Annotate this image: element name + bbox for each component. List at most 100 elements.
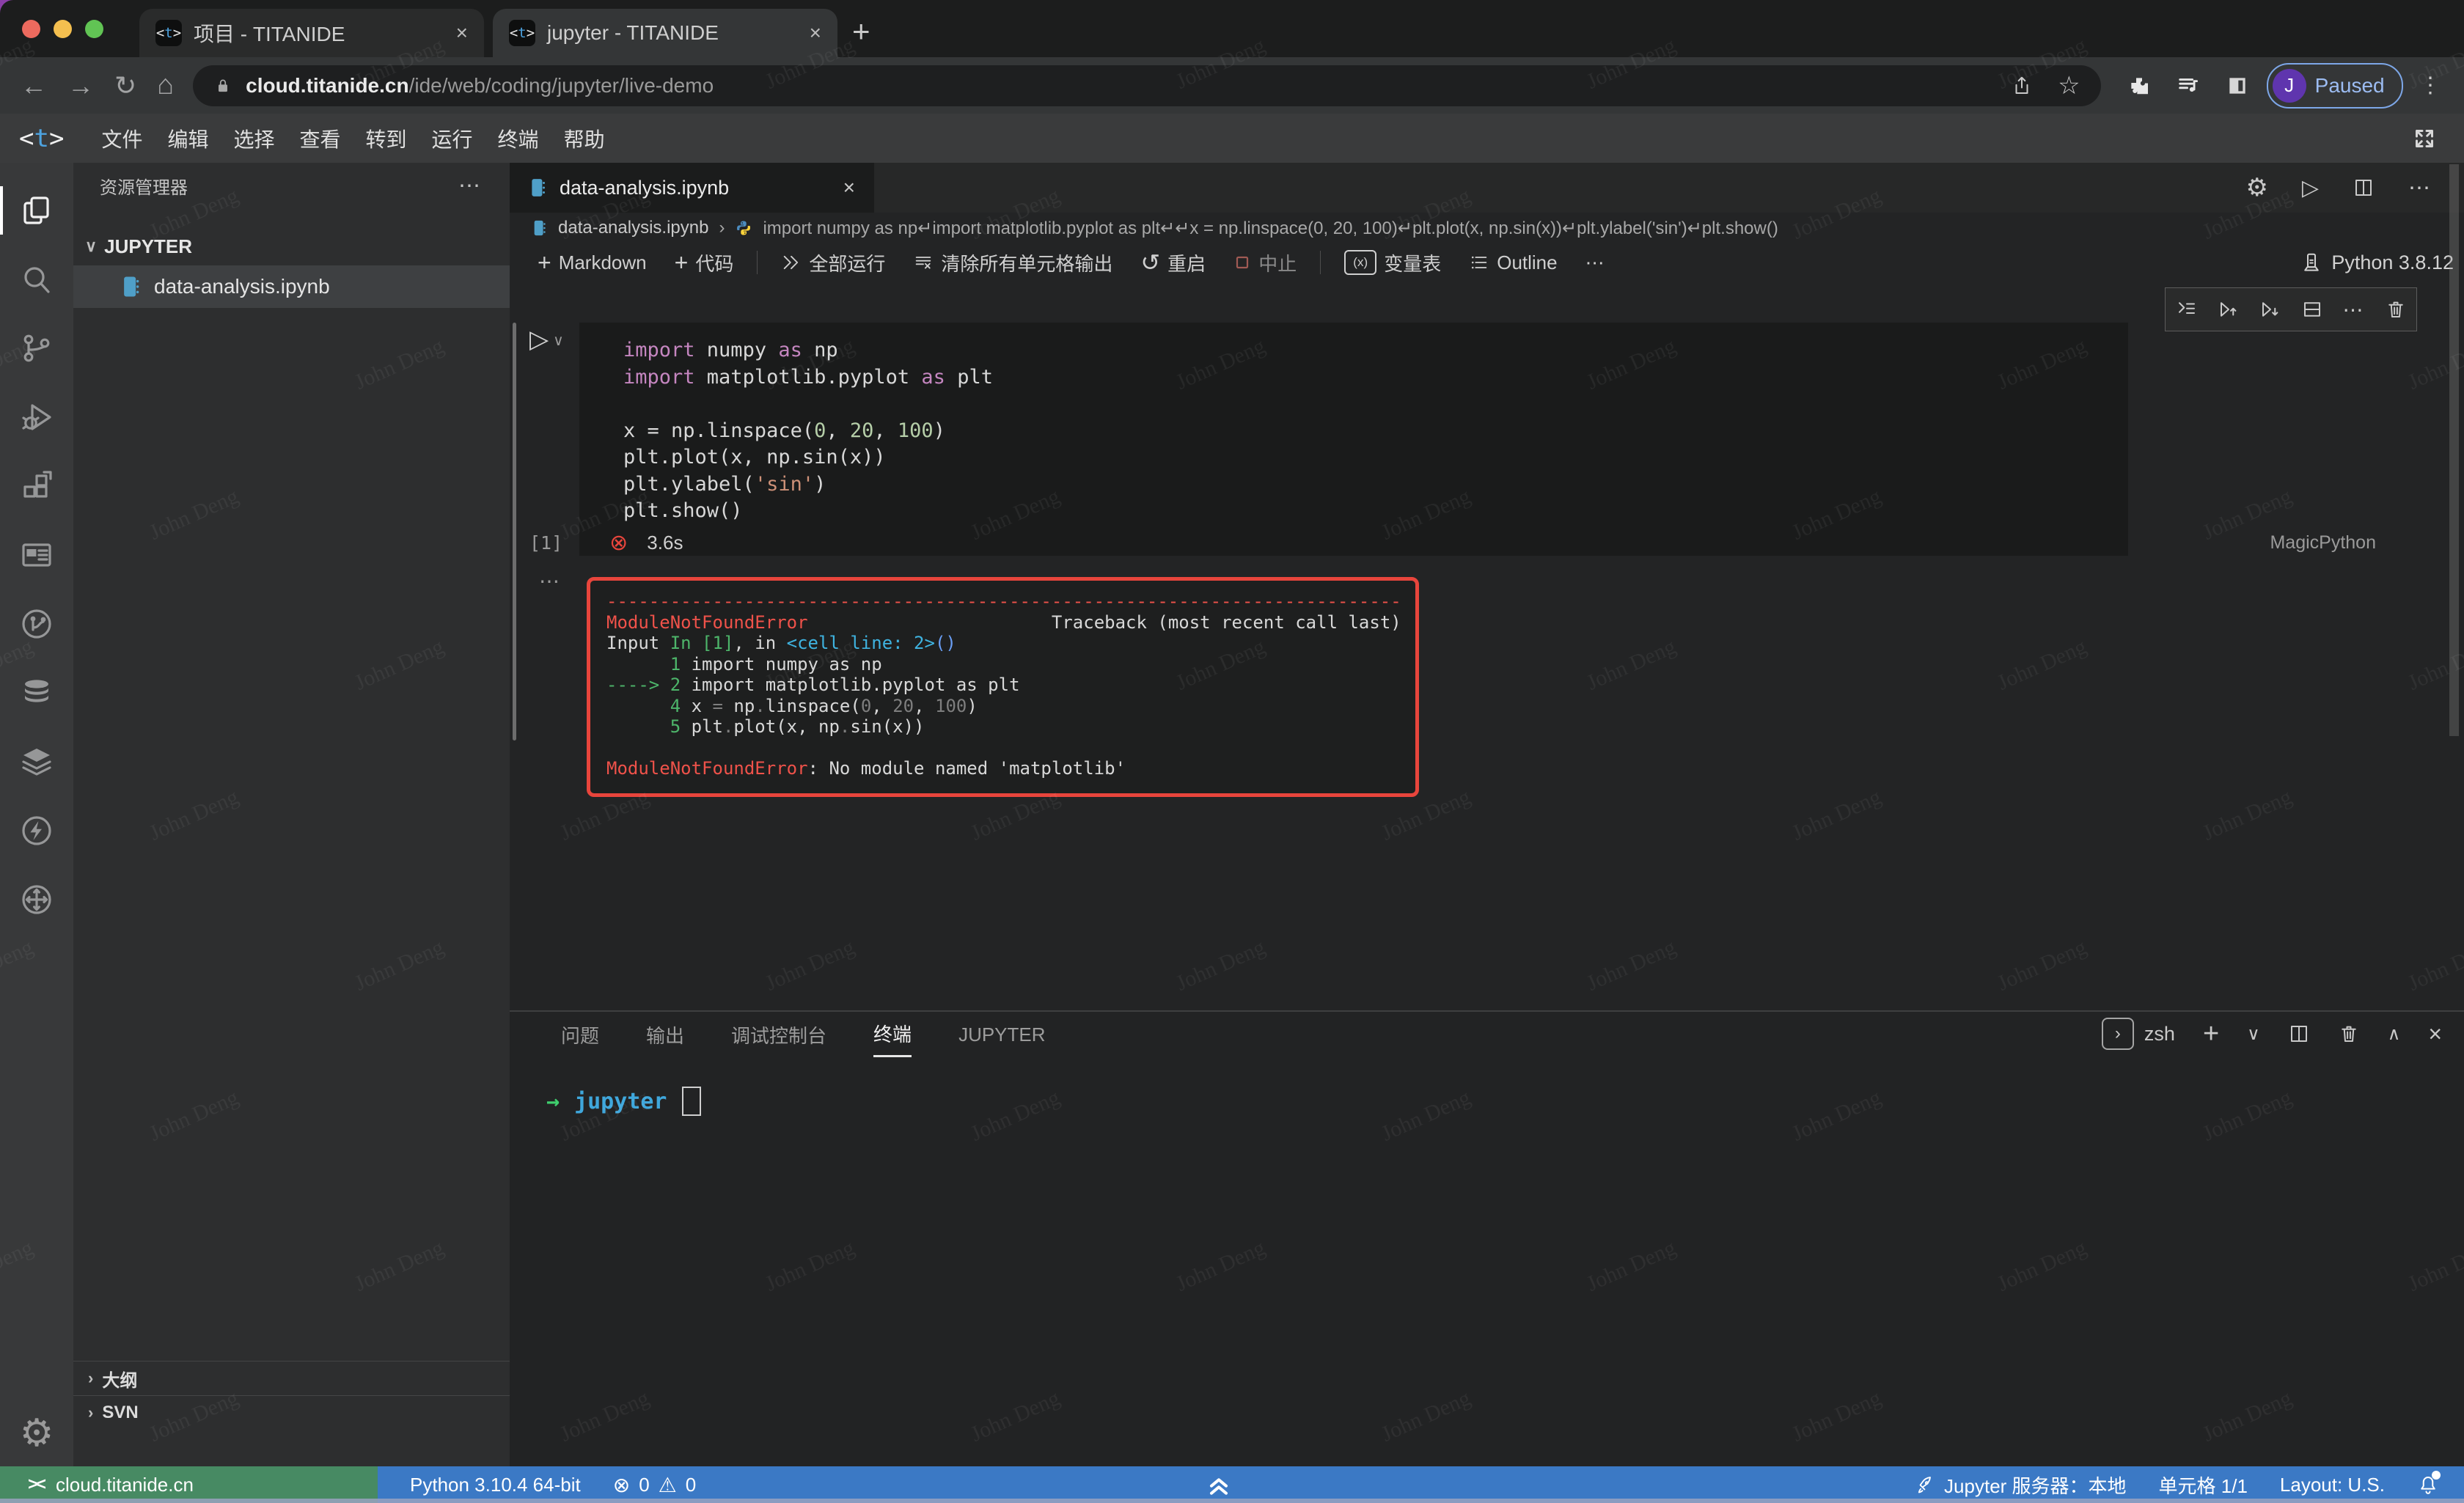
close-editor-tab-icon[interactable]: × (843, 176, 855, 199)
execute-cell-and-below-icon[interactable] (2176, 298, 2198, 320)
outline-button[interactable]: Outline (1460, 251, 1566, 274)
browser-menu-icon[interactable]: ⋮ (2419, 73, 2442, 98)
split-editor-icon[interactable] (2353, 177, 2375, 199)
terminal-dropdown-icon[interactable]: ∨ (2247, 1024, 2260, 1045)
menu-view[interactable]: 查看 (287, 124, 353, 153)
remote-indicator[interactable]: >< cloud.titanide.cn (0, 1466, 378, 1503)
run-all-play-icon[interactable]: ▷ (2302, 175, 2319, 201)
move-panel-icon[interactable] (0, 865, 73, 934)
add-markdown-button[interactable]: +Markdown (529, 249, 656, 276)
sidebar-section-jupyter[interactable]: ∨ JUPYTER (73, 227, 510, 265)
menu-file[interactable]: 文件 (89, 124, 155, 153)
clear-outputs-button[interactable]: 清除所有单元格输出 (904, 249, 1121, 276)
browser-tab-inactive[interactable]: <t> 项目 - TITANIDE × (139, 9, 484, 57)
interrupt-button[interactable]: 中止 (1225, 249, 1305, 276)
variables-button[interactable]: (x)变量表 (1335, 249, 1450, 276)
toolbar-more-icon[interactable]: ⋯ (1577, 251, 1615, 274)
jupyter-server-indicator[interactable]: Jupyter 服务器：本地 (1915, 1471, 2127, 1499)
delete-cell-icon[interactable] (2385, 298, 2407, 320)
restart-kernel-button[interactable]: ↺重启 (1132, 249, 1214, 276)
breadcrumb-code-summary[interactable]: import numpy as np↵import matplotlib.pyp… (763, 218, 1778, 239)
menu-help[interactable]: 帮助 (551, 124, 617, 153)
menu-goto[interactable]: 转到 (353, 124, 419, 153)
cell-more-icon[interactable]: ⋯ (2343, 298, 2365, 322)
run-all-button[interactable]: 全部运行 (772, 249, 894, 276)
close-panel-icon[interactable]: × (2428, 1021, 2442, 1048)
sidebar-section-outline[interactable]: › 大纲 (73, 1361, 510, 1395)
docker-layers-icon[interactable] (0, 727, 73, 796)
live-preview-icon[interactable] (0, 521, 73, 589)
bookmark-star-icon[interactable]: ☆ (2058, 71, 2080, 100)
fullscreen-icon[interactable] (2411, 125, 2438, 152)
share-icon[interactable] (2011, 75, 2033, 97)
browser-profile-button[interactable]: J Paused (2267, 63, 2403, 109)
split-cell-icon[interactable] (2301, 298, 2323, 320)
run-cell-button[interactable]: ▷ ∨ (529, 327, 564, 352)
terminal-shell-selector[interactable]: › zsh (2102, 1018, 2175, 1050)
forward-icon[interactable]: → (67, 70, 94, 101)
output-collapse-icon[interactable]: ⋯ (539, 569, 562, 593)
close-tab-icon[interactable]: × (456, 21, 468, 45)
breadcrumb-file[interactable]: data-analysis.ipynb (558, 218, 708, 238)
extensions-puzzle-icon[interactable] (2127, 74, 2151, 98)
extensions-icon[interactable] (0, 452, 73, 521)
terminal-content[interactable]: → jupyter (510, 1057, 2464, 1116)
play-icon[interactable]: ▷ (529, 327, 549, 352)
editor-scrollbar[interactable] (2449, 164, 2459, 736)
panel-tab-problems[interactable]: 问题 (561, 1012, 599, 1057)
sidebar-toggle-icon[interactable] (2226, 74, 2249, 98)
run-debug-icon[interactable] (0, 383, 73, 452)
gitlens-icon[interactable] (0, 589, 73, 658)
editor-more-icon[interactable]: ⋯ (2408, 175, 2432, 201)
settings-gear-icon[interactable]: ⚙ (0, 1400, 73, 1466)
expand-panel-chevrons[interactable] (1204, 1466, 1233, 1503)
menu-run[interactable]: 运行 (419, 124, 485, 153)
menu-terminal[interactable]: 终端 (485, 124, 551, 153)
add-code-button[interactable]: +代码 (666, 249, 743, 276)
new-tab-button[interactable]: + (852, 16, 870, 47)
python-interpreter[interactable]: Python 3.10.4 64-bit (410, 1474, 581, 1496)
close-tab-icon[interactable]: × (810, 21, 821, 45)
playlist-icon[interactable] (2176, 73, 2201, 98)
home-icon[interactable]: ⌂ (157, 70, 174, 101)
sidebar-more-icon[interactable]: ⋯ (458, 173, 483, 199)
editor-tab-notebook[interactable]: data-analysis.ipynb × (510, 163, 874, 213)
breadcrumb[interactable]: data-analysis.ipynb › import numpy as np… (510, 213, 2464, 243)
maximize-window-button[interactable] (85, 20, 103, 38)
file-item-notebook[interactable]: data-analysis.ipynb (73, 265, 510, 308)
explorer-icon[interactable] (0, 176, 73, 245)
panel-tab-terminal[interactable]: 终端 (873, 1012, 912, 1057)
run-above-icon[interactable] (2218, 298, 2240, 320)
reload-icon[interactable]: ↻ (114, 70, 136, 101)
thunder-client-icon[interactable] (0, 796, 73, 865)
keyboard-layout[interactable]: Layout: U.S. (2280, 1474, 2385, 1496)
browser-tab-active[interactable]: <t> jupyter - TITANIDE × (493, 9, 837, 57)
notebook-settings-gear-icon[interactable]: ⚙ (2245, 173, 2267, 202)
cell-code-editor[interactable]: import numpy as npimport matplotlib.pypl… (579, 323, 2128, 556)
sidebar-section-svn[interactable]: › SVN (73, 1395, 510, 1430)
kernel-picker[interactable]: Python 3.8.12 (2300, 251, 2464, 274)
chevron-down-icon[interactable]: ∨ (553, 331, 564, 350)
notifications-bell-icon[interactable] (2417, 1474, 2439, 1496)
cell-indicator[interactable]: 单元格 1/1 (2159, 1471, 2248, 1499)
cell-language-mode[interactable]: MagicPython (2270, 532, 2376, 554)
panel-tab-output[interactable]: 输出 (646, 1012, 684, 1057)
back-icon[interactable]: ← (21, 70, 47, 101)
menu-edit[interactable]: 编辑 (155, 124, 221, 153)
run-below-icon[interactable] (2259, 298, 2281, 320)
window-controls[interactable] (22, 20, 103, 38)
database-icon[interactable] (0, 658, 73, 727)
panel-tab-debug-console[interactable]: 调试控制台 (731, 1012, 826, 1057)
new-terminal-icon[interactable]: + (2203, 1018, 2219, 1050)
search-icon[interactable] (0, 245, 73, 314)
panel-tab-jupyter[interactable]: JUPYTER (958, 1012, 1045, 1057)
maximize-panel-icon[interactable]: ∧ (2388, 1024, 2401, 1045)
minimize-window-button[interactable] (54, 20, 72, 38)
menu-selection[interactable]: 选择 (221, 124, 287, 153)
kill-terminal-icon[interactable] (2338, 1023, 2360, 1045)
url-bar[interactable]: cloud.titanide.cn/ide/web/coding/jupyter… (193, 65, 2101, 106)
problems-indicator[interactable]: ⊗ 0 ⚠ 0 (613, 1473, 697, 1497)
close-window-button[interactable] (22, 20, 40, 38)
source-control-icon[interactable] (0, 314, 73, 383)
split-terminal-icon[interactable] (2288, 1023, 2310, 1045)
